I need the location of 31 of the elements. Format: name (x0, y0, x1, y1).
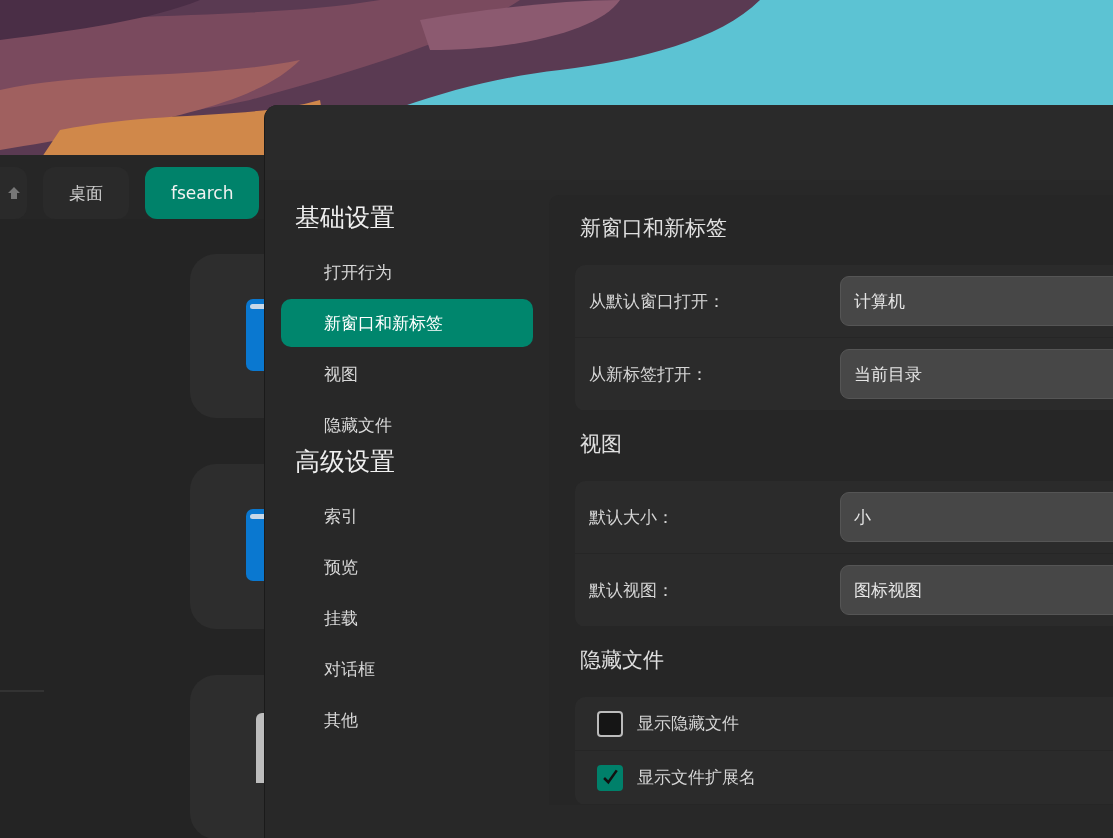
nav-item[interactable]: 预览 (281, 543, 533, 591)
checkbox-label: 显示文件扩展名 (637, 766, 756, 789)
dropdown[interactable]: 图标视图 (839, 565, 1113, 615)
section-title: 视图 (579, 431, 623, 458)
setting-label: 默认大小： (589, 505, 675, 529)
setting-label: 从新标签打开： (589, 362, 709, 386)
dropdown[interactable]: 计算机 (839, 276, 1113, 326)
setting-label: 从默认窗口打开： (589, 289, 726, 313)
nav-item[interactable]: 隐藏文件 (281, 401, 533, 449)
breadcrumb[interactable]: 桌面 (43, 167, 129, 219)
nav-item[interactable]: 新窗口和新标签 (281, 299, 533, 347)
breadcrumb[interactable]: fsearch (145, 167, 260, 219)
dropdown[interactable]: 当前目录 (839, 349, 1113, 399)
home-icon (7, 186, 21, 200)
section-title: 隐藏文件 (579, 647, 665, 674)
checkbox[interactable] (597, 764, 623, 791)
checkbox-label: 显示隐藏文件 (637, 712, 739, 735)
dropdown[interactable]: 小 (839, 492, 1113, 542)
nav-item[interactable]: 其他 (281, 696, 533, 744)
nav-group-title: 基础设置 (294, 202, 395, 234)
nav-item[interactable]: 索引 (281, 492, 533, 540)
folder-icon (246, 299, 266, 371)
nav-item[interactable]: 打开行为 (281, 248, 533, 296)
nav-group-title: 高级设置 (294, 446, 395, 478)
folder-icon (246, 509, 266, 582)
setting-label: 默认视图： (589, 578, 675, 602)
nav-item[interactable]: 挂载 (281, 594, 533, 642)
checkbox[interactable] (597, 710, 623, 737)
nav-item[interactable]: 对话框 (281, 645, 533, 693)
nav-item[interactable]: 视图 (281, 350, 533, 398)
section-title: 新窗口和新标签 (579, 215, 728, 242)
